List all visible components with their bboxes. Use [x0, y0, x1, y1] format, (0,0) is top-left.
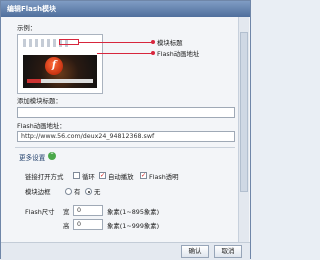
height-unit-hint: 象素(1~999象素) — [107, 222, 160, 230]
dialog-title: 编辑Flash模块 — [1, 1, 250, 17]
border-yes-label: 有 — [74, 188, 81, 196]
link-mode-label: 链接打开方式 — [25, 173, 64, 181]
width-input[interactable]: 0 — [73, 205, 103, 216]
flash-size-label: Flash尺寸 — [25, 208, 55, 216]
width-unit-hint: 象素(1~895象素) — [107, 208, 160, 216]
address-field-label: Flash动画地址： — [17, 122, 66, 130]
flash-logo-icon: f — [45, 57, 63, 75]
address-leader-line — [97, 53, 153, 54]
height-label: 高 — [63, 222, 70, 230]
scrollbar-thumb[interactable] — [240, 32, 248, 192]
width-label: 宽 — [63, 208, 70, 216]
annotation-flash-address: Flash动画地址 — [157, 50, 200, 58]
flash-transparent-label: Flash透明 — [149, 173, 179, 181]
autoplay-checkbox[interactable]: ✓ — [99, 172, 106, 179]
dialog-footer — [1, 242, 250, 260]
more-settings-label[interactable]: 更多设置 — [19, 152, 45, 162]
preview-progress-bar — [27, 79, 93, 83]
title-field-label: 添加模块标题： — [17, 97, 62, 105]
chevron-up-icon[interactable]: ⌃ — [48, 152, 56, 160]
border-no-radio[interactable] — [85, 188, 92, 195]
annotation-module-title: 模块标题 — [157, 39, 183, 47]
border-label: 模块边框 — [25, 188, 51, 196]
flash-module-dialog: 编辑Flash模块 示例： f 模块标题 Flash动画地址 添加模块标题： F… — [0, 0, 251, 260]
loop-checkbox[interactable] — [73, 172, 80, 179]
title-marker — [59, 39, 79, 45]
flash-transparent-checkbox[interactable]: ✓ — [140, 172, 147, 179]
section-divider — [15, 147, 235, 148]
title-leader-line — [79, 42, 153, 43]
height-input[interactable]: 0 — [73, 219, 103, 230]
loop-label: 循环 — [82, 173, 95, 181]
border-yes-radio[interactable] — [65, 188, 72, 195]
title-dot-icon — [151, 40, 155, 44]
preview-progress-fill — [27, 79, 41, 83]
autoplay-label: 自动播放 — [108, 173, 134, 181]
module-title-input[interactable] — [17, 107, 235, 118]
confirm-button[interactable]: 确认 — [181, 245, 209, 258]
cancel-button[interactable]: 取消 — [214, 245, 242, 258]
vertical-scrollbar[interactable] — [238, 17, 249, 242]
address-dot-icon — [151, 51, 155, 55]
border-no-label: 无 — [94, 188, 101, 196]
example-label: 示例： — [17, 24, 37, 32]
flash-address-input[interactable]: http://www.56.com/deux24_94812368.swf — [17, 131, 235, 142]
